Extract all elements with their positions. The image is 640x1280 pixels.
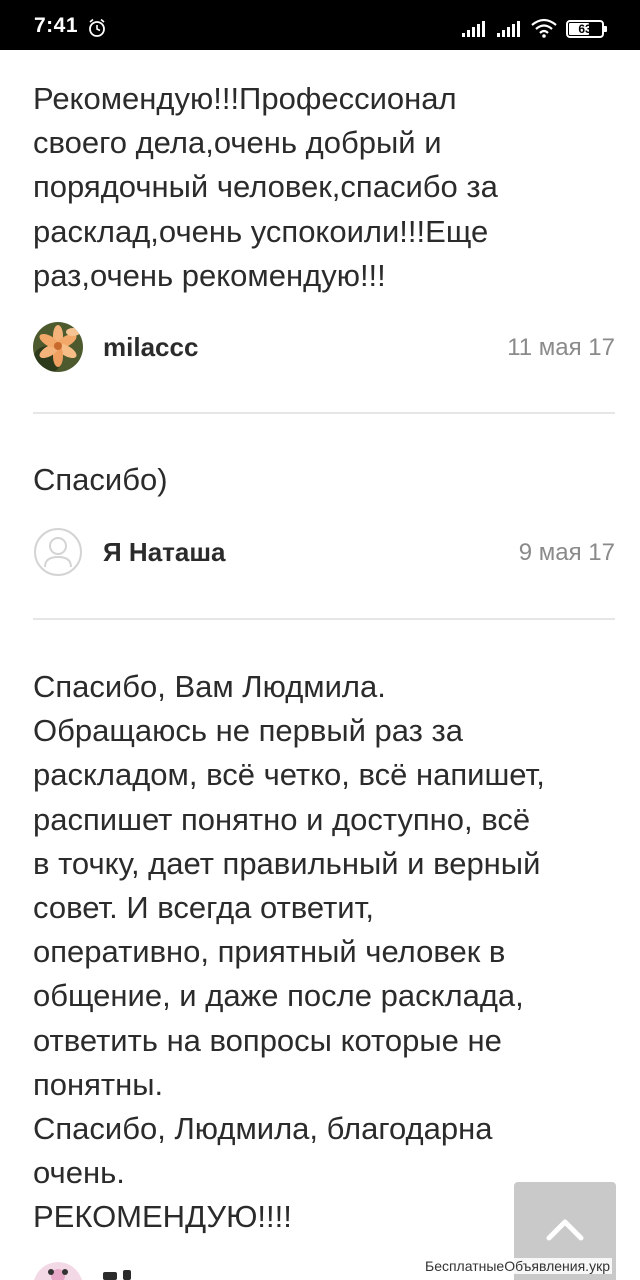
status-bar: 7:41 63 [0, 0, 640, 50]
alarm-icon [87, 18, 107, 38]
battery-icon: 63 [566, 20, 607, 38]
chevron-up-icon [545, 1216, 585, 1247]
author-name-partial [103, 1266, 163, 1280]
author-name[interactable]: Я Наташа [103, 537, 225, 568]
avatar[interactable] [33, 1262, 83, 1280]
review-date: 11 мая 17 [507, 334, 615, 361]
status-time: 7:41 [34, 14, 79, 37]
review-text: Рекомендую!!!Профессионал своего дела,оч… [33, 81, 498, 293]
default-user-icon[interactable] [33, 527, 83, 577]
avatar[interactable] [33, 322, 83, 372]
wifi-icon [530, 18, 558, 43]
battery-label: 63 [578, 22, 592, 36]
divider [33, 618, 615, 620]
cell-signal-icon [497, 21, 525, 42]
cell-signal-icon [462, 21, 490, 42]
author-name[interactable]: milaccc [103, 332, 198, 363]
watermark: БесплатныеОбъявления.укр [423, 1258, 612, 1274]
review-author-row: milaccc 11 мая 17 [33, 322, 615, 374]
divider [33, 412, 615, 414]
review-text: Спасибо, Вам Людмила. Обращаюсь не первы… [33, 669, 545, 1235]
review-text: Спасибо) [33, 462, 168, 497]
review-author-row: Я Наташа 9 мая 17 [33, 527, 615, 579]
review-date: 9 мая 17 [518, 539, 615, 566]
